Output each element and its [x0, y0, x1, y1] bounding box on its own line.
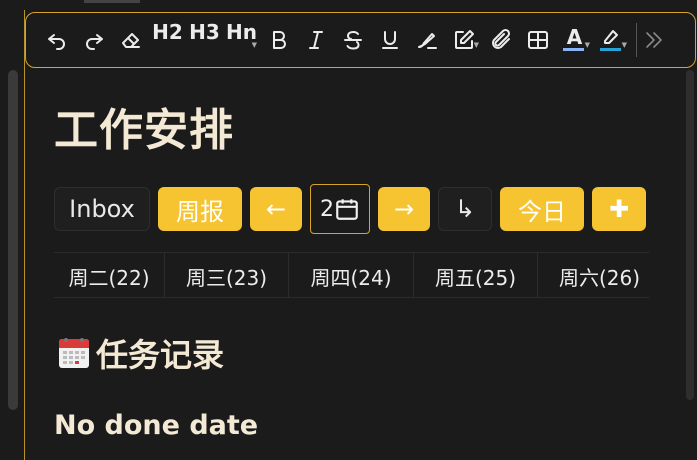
double-chevron-right-icon [646, 32, 662, 48]
edit-icon [454, 30, 474, 49]
editor-frame [24, 10, 697, 460]
chevron-down-icon: ▼ [621, 41, 627, 49]
task-log-title: 任务记录 [96, 336, 225, 374]
edit-dropdown[interactable]: ▼ [445, 20, 482, 60]
weekly-report-button[interactable]: 周报 [158, 187, 242, 231]
redo-button[interactable] [75, 20, 112, 60]
date-picker-input[interactable]: 2 [310, 184, 370, 234]
underline-icon [381, 31, 398, 49]
table-button[interactable] [519, 20, 556, 60]
font-color-dropdown[interactable]: A ▼ [556, 20, 593, 60]
chevron-down-icon: ▼ [251, 41, 257, 49]
next-week-button[interactable]: → [378, 187, 430, 231]
week-day-bar: 周二(22) 周三(23) 周四(24) 周五(25) 周六(26) [54, 252, 649, 298]
previous-week-button[interactable]: ← [250, 187, 302, 231]
day-tab[interactable]: 周五(25) [414, 253, 538, 297]
highlighter-icon [417, 33, 437, 49]
day-tab[interactable]: 周三(23) [165, 253, 289, 297]
day-tab[interactable]: 周二(22) [54, 253, 165, 297]
heading-n-dropdown[interactable]: Hn ▼ [223, 20, 260, 60]
bold-button[interactable] [260, 20, 297, 60]
font-color-swatch [563, 48, 584, 51]
table-icon [527, 31, 548, 49]
underline-button[interactable] [371, 20, 408, 60]
jump-button[interactable]: ↳ [438, 187, 492, 231]
highlight-color-dropdown[interactable]: ▼ [593, 20, 630, 60]
page-content: 工作安排 [54, 96, 654, 166]
highlight-color-swatch [600, 48, 621, 51]
italic-icon [308, 31, 323, 49]
strikethrough-button[interactable] [334, 20, 371, 60]
day-tab[interactable]: 周六(26) [538, 253, 649, 297]
highlight-pen-button[interactable] [408, 20, 445, 60]
tab-indicator [84, 0, 140, 3]
inbox-button[interactable]: Inbox [54, 187, 150, 231]
today-button[interactable]: 今日 [500, 187, 584, 231]
heading2-button[interactable]: H2 [149, 20, 186, 60]
clear-format-button[interactable] [112, 20, 149, 60]
italic-button[interactable] [297, 20, 334, 60]
heading3-button[interactable]: H3 [186, 20, 223, 60]
attachment-button[interactable] [482, 20, 519, 60]
fill-color-icon [603, 30, 618, 44]
left-scrollbar[interactable] [8, 70, 18, 410]
more-tools-button[interactable] [641, 20, 665, 60]
font-color-icon: A [566, 25, 583, 49]
heading3-label: H3 [189, 20, 220, 44]
toolbar-divider [636, 23, 637, 57]
strikethrough-icon [343, 30, 362, 50]
chevron-down-icon: ▼ [584, 41, 590, 49]
editor-toolbar: H2 H3 Hn ▼ ▼ A ▼ ▼ [25, 12, 696, 68]
eraser-icon [121, 33, 140, 48]
bold-icon [272, 31, 286, 49]
task-log-heading: 任务记录 [56, 330, 224, 376]
redo-icon [85, 34, 103, 50]
nav-button-row: Inbox 周报 ← 2 → ↳ 今日 ✚ [54, 184, 654, 234]
calendar-emoji-icon [59, 338, 89, 368]
chevron-down-icon: ▼ [473, 41, 479, 49]
date-value: 2 [320, 196, 334, 222]
calendar-icon [336, 199, 358, 220]
undo-button[interactable] [38, 20, 75, 60]
heading2-label: H2 [152, 20, 183, 44]
right-scrollbar[interactable] [686, 70, 694, 400]
add-button[interactable]: ✚ [592, 187, 646, 231]
paperclip-icon [491, 28, 510, 49]
page-title: 工作安排 [54, 105, 234, 156]
undo-icon [47, 34, 65, 50]
no-done-date-heading: No done date [54, 410, 259, 441]
day-tab[interactable]: 周四(24) [289, 253, 414, 297]
